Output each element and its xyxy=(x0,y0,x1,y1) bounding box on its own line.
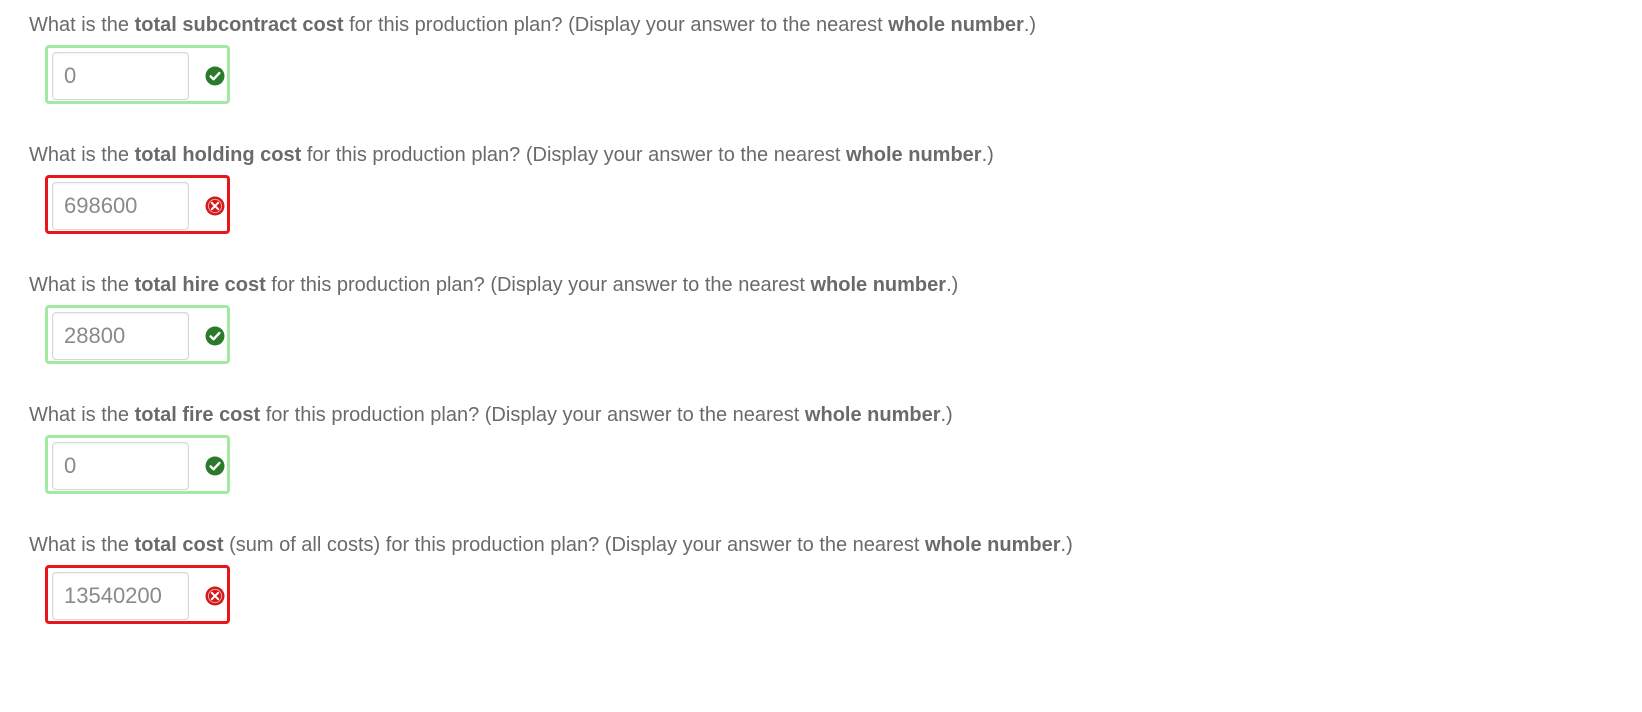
question-prompt: What is the total holding cost for this … xyxy=(29,144,994,166)
question-fire-cost: What is the total fire cost for this pro… xyxy=(29,402,1429,494)
checkmark-circle-icon xyxy=(205,326,225,346)
answer-input[interactable] xyxy=(52,312,189,360)
question-holding-cost: What is the total holding cost for this … xyxy=(29,142,1429,234)
x-circle-icon xyxy=(205,196,225,216)
answer-box-correct xyxy=(45,305,230,364)
answer-input[interactable] xyxy=(52,572,189,620)
checkmark-circle-icon xyxy=(205,66,225,86)
question-prompt: What is the total subcontract cost for t… xyxy=(29,14,1037,36)
question-subcontract-cost: What is the total subcontract cost for t… xyxy=(29,12,1429,104)
question-hire-cost: What is the total hire cost for this pro… xyxy=(29,272,1429,364)
question-prompt: What is the total hire cost for this pro… xyxy=(29,274,959,296)
answer-box-incorrect xyxy=(45,175,230,234)
checkmark-circle-icon xyxy=(205,456,225,476)
question-prompt: What is the total cost (sum of all costs… xyxy=(29,534,1073,556)
answer-box-incorrect xyxy=(45,565,230,624)
answer-box-correct xyxy=(45,435,230,494)
answer-input[interactable] xyxy=(52,442,189,490)
answer-box-correct xyxy=(45,45,230,104)
question-total-cost: What is the total cost (sum of all costs… xyxy=(29,532,1429,624)
answer-input[interactable] xyxy=(52,52,189,100)
answer-input[interactable] xyxy=(52,182,189,230)
x-circle-icon xyxy=(205,586,225,606)
question-prompt: What is the total fire cost for this pro… xyxy=(29,404,953,426)
